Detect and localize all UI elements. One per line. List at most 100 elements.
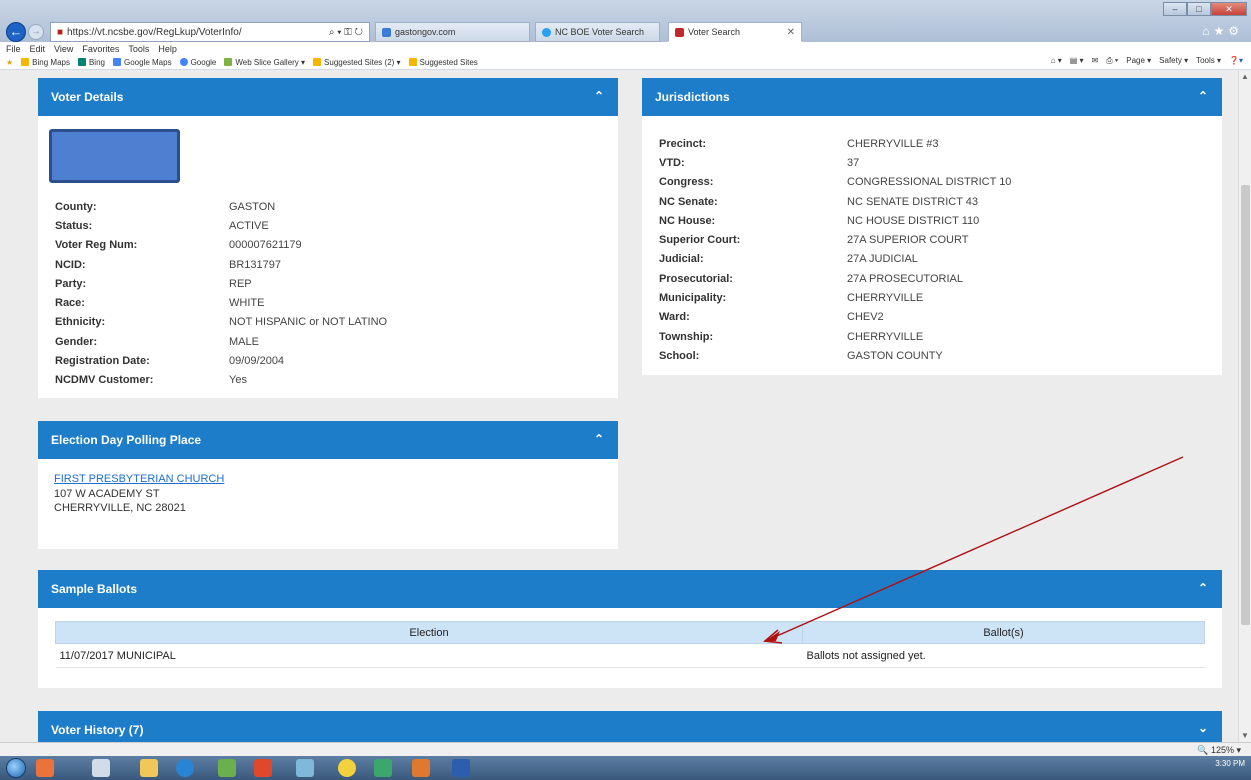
outlook-icon[interactable] [412, 759, 430, 777]
jurisdictions-header[interactable]: Jurisdictions ⌃ [642, 78, 1222, 116]
page-scrollbar[interactable]: ▲ ▼ [1238, 70, 1251, 742]
taskbar-app-icon[interactable] [374, 759, 392, 777]
field-row: NC Senate: NC SENATE DISTRICT 43 [659, 192, 1199, 211]
close-window-button[interactable]: ✕ [1211, 2, 1247, 16]
field-label: NCID: [55, 258, 86, 271]
taskbar-app-icon[interactable] [218, 759, 236, 777]
menu-favorites[interactable]: Favorites [82, 44, 119, 54]
field-value: ACTIVE [229, 219, 269, 232]
field-label: VTD: [659, 156, 685, 169]
field-label: Congress: [659, 176, 714, 189]
word-icon[interactable] [452, 759, 470, 777]
fav-suggested-2[interactable]: Suggested Sites (2) ▾ [313, 58, 401, 67]
chevron-up-icon[interactable]: ⌃ [594, 432, 604, 446]
system-tray: 3:30 PM [1215, 759, 1245, 768]
fav-google[interactable]: Google [179, 58, 216, 67]
menu-help[interactable]: Help [158, 44, 177, 54]
polling-place-link[interactable]: FIRST PRESBYTERIAN CHURCH [54, 472, 224, 487]
taskbar-app-icon[interactable] [338, 759, 356, 777]
field-row: Judicial: 27A JUDICIAL [659, 250, 1199, 269]
field-label: NCDMV Customer: [55, 374, 154, 387]
fav-google-maps[interactable]: Google Maps [112, 58, 172, 67]
menu-edit[interactable]: Edit [30, 44, 46, 54]
field-row: Prosecutorial: 27A PROSECUTORIAL [659, 269, 1199, 288]
polling-place-header[interactable]: Election Day Polling Place ⌃ [38, 421, 618, 459]
menu-view[interactable]: View [54, 44, 73, 54]
scroll-down-icon[interactable]: ▼ [1241, 731, 1249, 740]
address-bar[interactable]: ■ https://vt.ncsbe.gov/RegLkup/VoterInfo… [50, 22, 370, 42]
taskbar-app-icon[interactable] [296, 759, 314, 777]
fav-bing[interactable]: Bing [77, 58, 105, 67]
field-row: Registration Date: 09/09/2004 [55, 351, 595, 370]
field-row: Congress: CONGRESSIONAL DISTRICT 10 [659, 173, 1199, 192]
voter-history-panel: Voter History (7) ⌄ [38, 711, 1222, 742]
ie-icon[interactable] [176, 759, 194, 777]
field-label: NC Senate: [659, 195, 718, 208]
voter-details-fields: County: GASTON Status: ACTIVE Voter Reg Num:… [55, 197, 595, 390]
redacted-photo [49, 129, 180, 183]
voter-details-header[interactable]: Voter Details ⌃ [38, 78, 618, 116]
home-icon[interactable]: ⌂ ▾ [1051, 56, 1062, 66]
voter-history-header[interactable]: Voter History (7) ⌄ [38, 711, 1222, 742]
fav-suggested[interactable]: Suggested Sites [408, 58, 478, 67]
window-controls: – □ ✕ [1163, 2, 1247, 16]
field-label: Voter Reg Num: [55, 239, 138, 252]
search-refresh-icons[interactable]: ⌕ ▾ ⚿ ↻ [329, 27, 363, 38]
field-label: Ethnicity: [55, 316, 106, 329]
scroll-up-icon[interactable]: ▲ [1241, 72, 1249, 81]
chevron-up-icon[interactable]: ⌃ [1198, 581, 1208, 595]
forward-button[interactable]: → [28, 24, 44, 40]
field-value: GASTON COUNTY [847, 349, 943, 362]
minimize-button[interactable]: – [1163, 2, 1187, 16]
windows-taskbar: 3:30 PM [0, 756, 1251, 780]
tab-voter-search[interactable]: Voter Search ✕ [668, 22, 802, 42]
chevron-up-icon[interactable]: ⌃ [594, 89, 604, 103]
favorites-star-icon[interactable]: ★ [6, 58, 13, 67]
field-value: CONGRESSIONAL DISTRICT 10 [847, 176, 1012, 189]
field-row: County: GASTON [55, 197, 595, 216]
page-menu[interactable]: Page ▾ [1126, 56, 1151, 66]
sample-ballots-header[interactable]: Sample Ballots ⌃ [38, 570, 1222, 608]
field-label: Prosecutorial: [659, 272, 733, 285]
field-value: NC HOUSE DISTRICT 110 [847, 214, 980, 227]
home-favorites-settings-icons[interactable]: ⌂★⚙ [1202, 24, 1243, 38]
zoom-level[interactable]: 🔍 125% ▾ [1197, 745, 1241, 756]
field-value: 27A PROSECUTORIAL [847, 272, 963, 285]
field-label: Superior Court: [659, 234, 741, 247]
field-row: NCDMV Customer: Yes [55, 371, 595, 390]
fav-bing-maps[interactable]: Bing Maps [21, 58, 70, 67]
taskbar-app-icon[interactable] [92, 759, 110, 777]
help-icon[interactable]: ❓▾ [1229, 56, 1243, 66]
print-icon[interactable]: ⎙ ▾ [1106, 56, 1118, 66]
mail-icon[interactable]: ✉ [1092, 56, 1099, 66]
menu-file[interactable]: File [6, 44, 21, 54]
folder-icon[interactable] [140, 759, 158, 777]
scroll-thumb[interactable] [1241, 185, 1250, 625]
back-button[interactable]: ← [6, 22, 26, 42]
clock[interactable]: 3:30 PM [1215, 759, 1245, 768]
maximize-button[interactable]: □ [1187, 2, 1211, 16]
jurisdictions-panel: Jurisdictions ⌃ Precinct: CHERRYVILLE #3 V… [642, 78, 1222, 375]
feeds-icon[interactable]: ▤ ▾ [1070, 56, 1084, 66]
menu-tools[interactable]: Tools [128, 44, 149, 54]
fav-web-slice[interactable]: Web Slice Gallery ▾ [224, 58, 305, 67]
tab-nc-boe[interactable]: NC BOE Voter Search [535, 22, 660, 42]
tab-search[interactable]: gastongov.com [375, 22, 530, 42]
field-label: NC House: [659, 214, 716, 227]
chevron-up-icon[interactable]: ⌃ [1198, 89, 1208, 103]
field-label: Ward: [659, 311, 690, 324]
taskbar-app-icon[interactable] [36, 759, 54, 777]
start-button[interactable] [6, 758, 26, 778]
field-value: GASTON [229, 200, 276, 213]
table-row: 11/07/2017 MUNICIPAL Ballots not assigne… [55, 643, 1205, 668]
safety-menu[interactable]: Safety ▾ [1159, 56, 1188, 66]
taskbar-app-icon[interactable] [254, 759, 272, 777]
field-value: CHERRYVILLE [847, 292, 924, 305]
tools-menu[interactable]: Tools ▾ [1196, 56, 1221, 66]
chevron-down-icon[interactable]: ⌄ [1198, 721, 1208, 735]
field-row: VTD: 37 [659, 153, 1199, 172]
polling-place-panel: Election Day Polling Place ⌃ FIRST PRESB… [38, 421, 618, 549]
close-tab-icon[interactable]: ✕ [787, 27, 795, 38]
field-row: Municipality: CHERRYVILLE [659, 288, 1199, 307]
ballots-cell: Ballots not assigned yet. [802, 643, 1205, 668]
